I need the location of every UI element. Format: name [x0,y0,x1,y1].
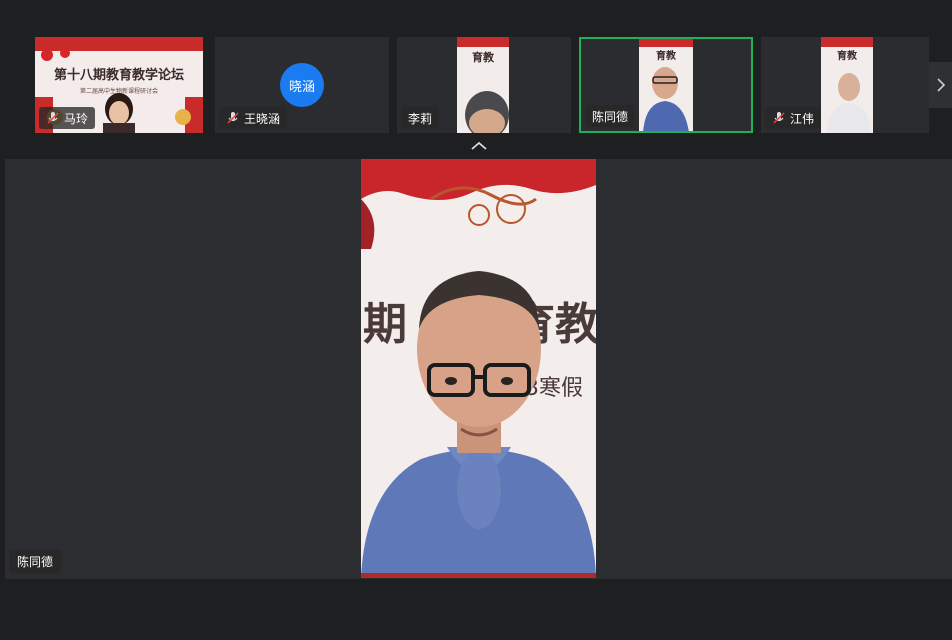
main-video-area: 期 育教 23寒假 陈同德 [5,159,952,579]
participant-name: 李莉 [408,111,433,126]
participant-name-chip: 马玲 [39,107,96,129]
participant-name-chip: 王晓涵 [219,107,288,129]
banner-fragment-main: 期 [363,299,407,350]
participant-name: 马玲 [64,111,89,126]
banner-fragment: 育教 [656,49,677,62]
banner-fragment: 育教 [837,49,858,62]
participant-name: 王晓涵 [244,111,281,126]
chevron-right-icon [936,78,945,92]
participant-tile-wang-xiaohan[interactable]: 晓涵 王晓涵 [215,37,389,133]
participant-tile-chen-tongde[interactable]: 育教 陈同德 [579,37,753,133]
main-speaker-name-chip: 陈同德 [9,550,62,573]
participant-video: 育教 [821,37,873,133]
collapse-strip-button[interactable] [467,138,491,154]
mic-muted-icon [47,112,59,124]
participant-strip: 第十八期教育教学论坛 第二届高中生物新课程研讨会 马玲 晓涵 王晓涵 育教 李莉… [0,0,952,140]
participant-tile-li-li[interactable]: 育教 李莉 [397,37,571,133]
mic-muted-icon [227,112,239,124]
participant-video: 育教 [639,39,693,131]
banner-fragment: 育教 [472,50,495,64]
banner-title: 第十八期教育教学论坛 [54,67,184,83]
next-page-button[interactable] [929,62,952,108]
participant-name: 江伟 [790,111,815,126]
participant-tile-jiang-wei[interactable]: 育教 江伟 [761,37,929,133]
participant-video: 育教 [457,37,509,133]
mic-muted-icon [773,112,785,124]
main-speaker-name: 陈同德 [17,555,54,569]
participant-name-chip: 李莉 [401,107,440,129]
main-speaker-video[interactable]: 期 育教 23寒假 [361,159,596,578]
participant-name: 陈同德 [592,109,629,124]
participant-tile-ma-ling[interactable]: 第十八期教育教学论坛 第二届高中生物新课程研讨会 马玲 [35,37,203,133]
participant-name-chip: 陈同德 [585,105,636,127]
chevron-up-icon [471,141,487,150]
participant-name-chip: 江伟 [765,107,822,129]
avatar: 晓涵 [280,63,324,107]
